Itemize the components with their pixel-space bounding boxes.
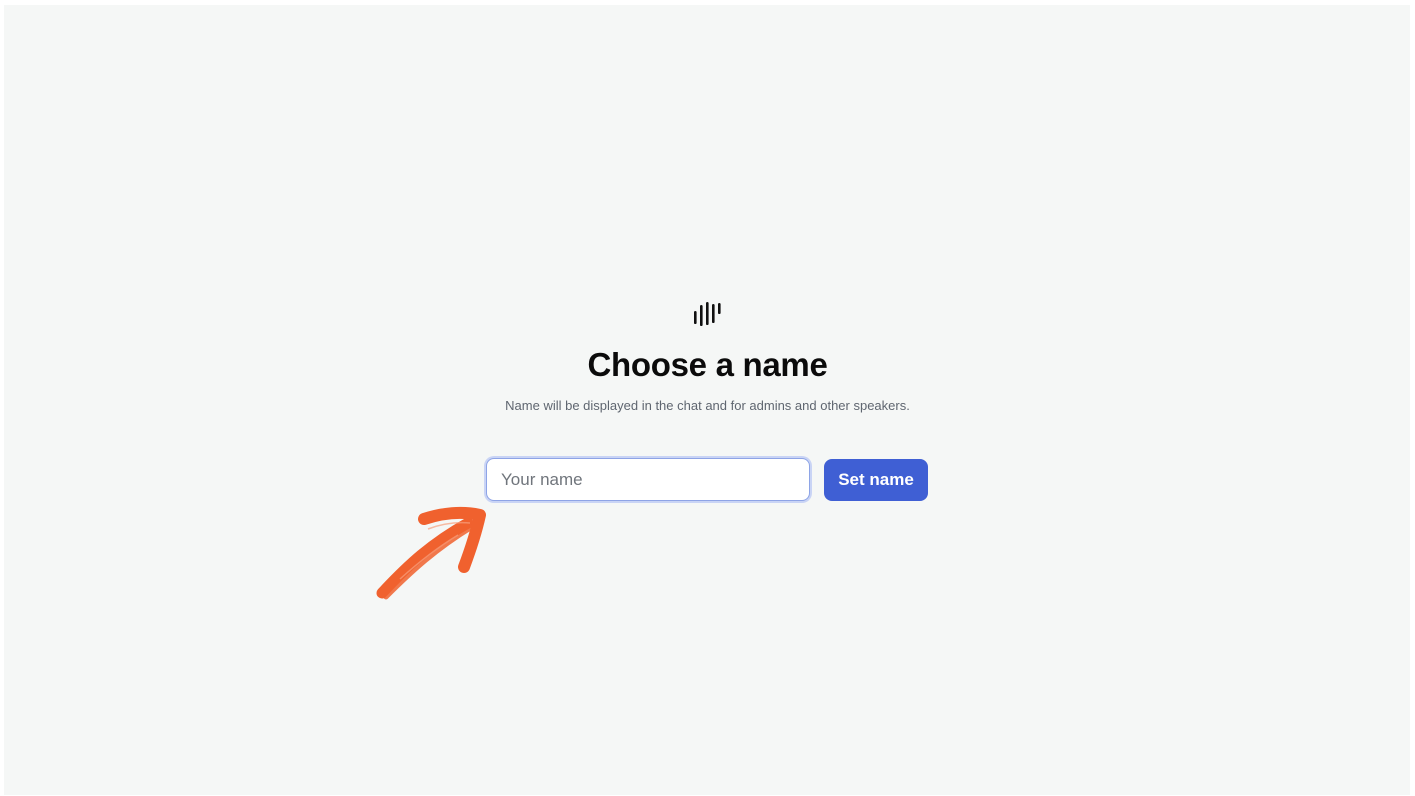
name-input[interactable] xyxy=(486,458,810,501)
set-name-button[interactable]: Set name xyxy=(824,459,928,501)
hand-drawn-arrow-icon xyxy=(376,506,486,600)
page-subtitle: Name will be displayed in the chat and f… xyxy=(505,398,910,413)
soundwave-bars-icon xyxy=(694,302,721,326)
page-title: Choose a name xyxy=(587,346,828,383)
